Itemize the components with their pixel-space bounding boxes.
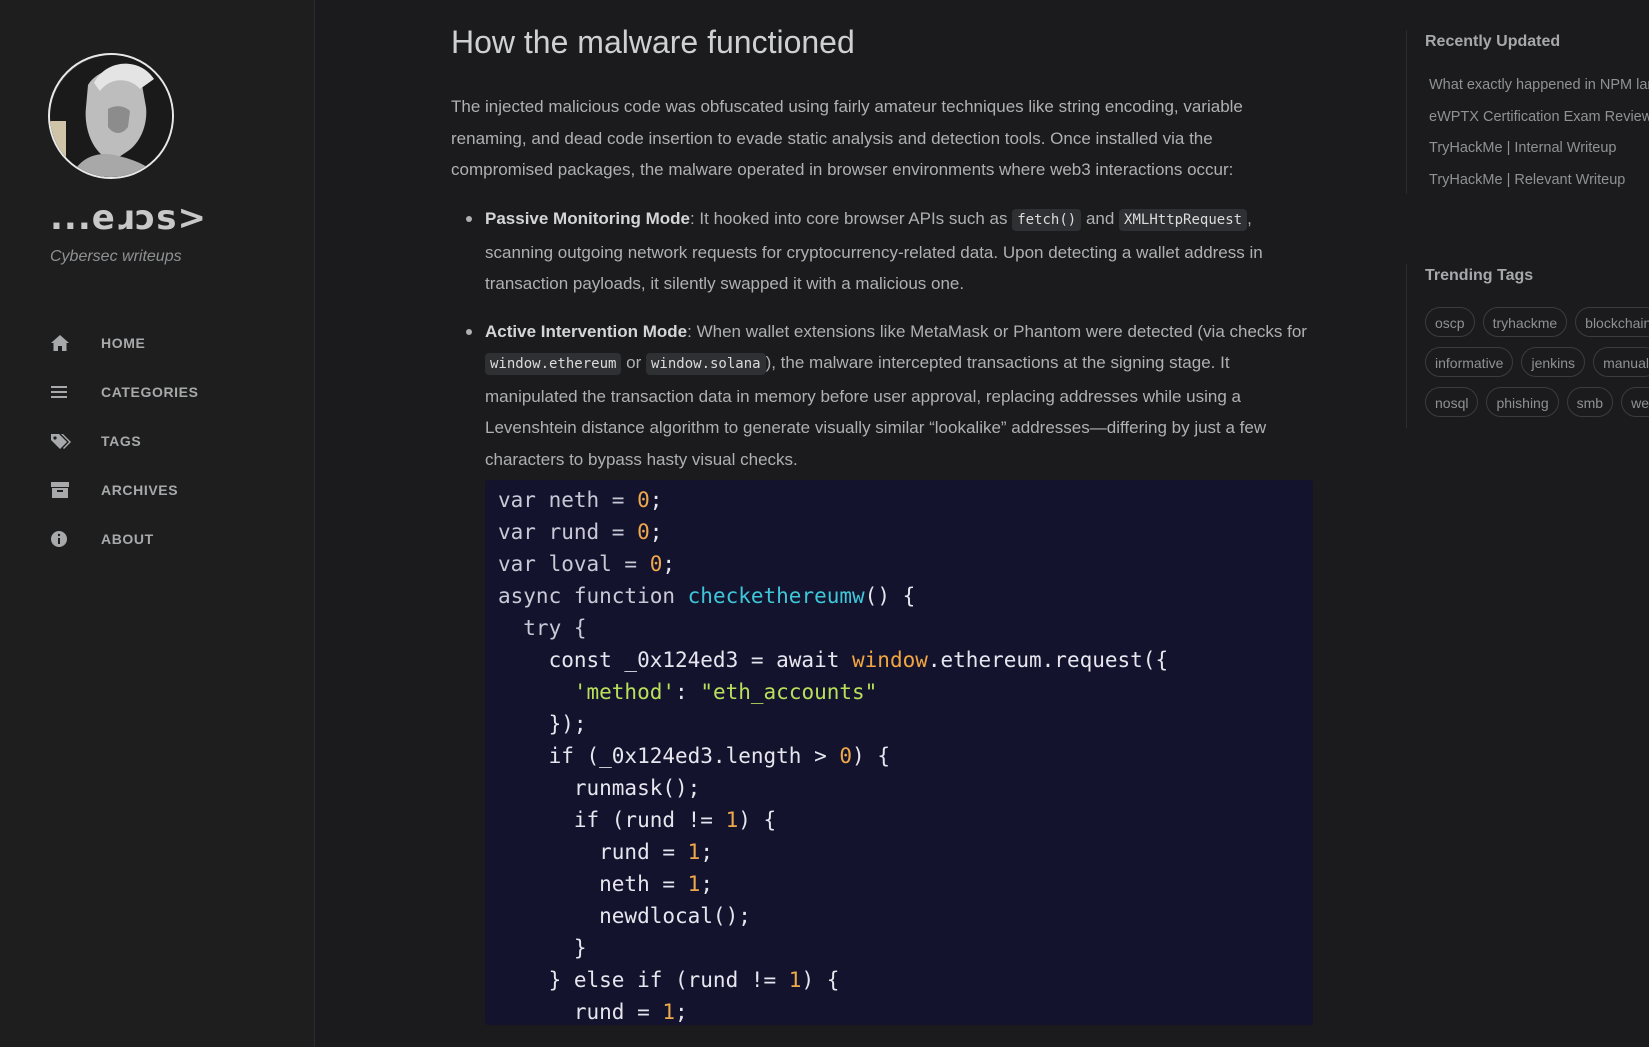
avatar-statue-icon bbox=[50, 55, 172, 177]
recent-link[interactable]: What exactly happened in NPM lar bbox=[1429, 70, 1649, 102]
tag-tryhackme[interactable]: tryhackme bbox=[1482, 307, 1568, 337]
intro-paragraph: The injected malicious code was obfuscat… bbox=[451, 97, 1243, 179]
nav-label-home: HOME bbox=[101, 334, 146, 351]
info-icon bbox=[50, 529, 80, 549]
bullet-text: : It hooked into core browser APIs such … bbox=[689, 209, 1013, 228]
avatar[interactable] bbox=[48, 53, 174, 179]
trending-tags: Trending Tags oscp tryhackme blockchain … bbox=[1406, 264, 1649, 428]
bullet-list: Passive Monitoring Mode: It hooked into … bbox=[451, 203, 1316, 491]
code-line: const _0x124ed3 = await window.ethereum.… bbox=[498, 648, 1169, 672]
recent-link[interactable]: TryHackMe | Internal Writeup bbox=[1429, 133, 1649, 165]
home-icon bbox=[50, 333, 80, 353]
recently-updated-title: Recently Updated bbox=[1425, 33, 1561, 50]
code-line: if (rund != 1) { bbox=[498, 808, 777, 832]
bullet-title: Passive Monitoring Mode bbox=[485, 209, 690, 228]
inline-code: fetch() bbox=[1012, 209, 1082, 231]
tag-cloud: oscp tryhackme blockchain informative je… bbox=[1425, 307, 1649, 427]
tag-nosql[interactable]: nosql bbox=[1425, 387, 1479, 417]
nav-item-home[interactable]: HOME bbox=[50, 318, 300, 367]
nav-item-categories[interactable]: CATEGORIES bbox=[50, 367, 300, 416]
sidebar-nav: HOME CATEGORIES TAGS ARCHIVES ABOUT bbox=[50, 318, 300, 563]
trending-tags-title: Trending Tags bbox=[1425, 267, 1534, 284]
tag-manual[interactable]: manual bbox=[1593, 347, 1649, 377]
site-subtitle: Cybersec writeups bbox=[50, 248, 182, 265]
recently-updated: Recently Updated What exactly happened i… bbox=[1406, 30, 1649, 194]
site-logo[interactable]: ...eɹɔs> bbox=[50, 198, 207, 238]
code-line: if (_0x124ed3.length > 0) { bbox=[498, 744, 890, 768]
code-line: var neth = 0; bbox=[498, 488, 663, 512]
archive-icon bbox=[50, 480, 80, 500]
code-line: } bbox=[498, 936, 587, 960]
code-line: newdlocal(); bbox=[498, 904, 751, 928]
list-item: Active Intervention Mode: When wallet ex… bbox=[451, 316, 1316, 476]
code-line: rund = 1; bbox=[498, 1000, 688, 1024]
code-line: 'method': "eth_accounts" bbox=[573, 680, 878, 704]
code-line: runmask(); bbox=[498, 776, 701, 800]
code-line: rund = 1; bbox=[498, 840, 713, 864]
list-item: Passive Monitoring Mode: It hooked into … bbox=[451, 203, 1316, 300]
recent-link[interactable]: eWPTX Certification Exam Review bbox=[1429, 102, 1649, 134]
code-line: async function checkethereumw() { bbox=[498, 584, 916, 608]
tag-blockchain[interactable]: blockchain bbox=[1575, 307, 1649, 337]
nav-label-categories: CATEGORIES bbox=[101, 383, 199, 400]
tag-smb[interactable]: smb bbox=[1566, 387, 1614, 417]
bullet-text: : When wallet extensions like MetaMask o… bbox=[687, 321, 1307, 341]
code-line: } else if (rund != 1) { bbox=[498, 968, 840, 992]
code-line: }); bbox=[498, 712, 587, 736]
recent-list: What exactly happened in NPM lar eWPTX C… bbox=[1429, 70, 1649, 196]
inline-code: XMLHttpRequest bbox=[1119, 209, 1248, 231]
nav-item-about[interactable]: ABOUT bbox=[50, 514, 300, 563]
post-heading: How the malware functioned bbox=[451, 24, 855, 60]
code-block[interactable]: var neth = 0; var rund = 0; var loval = … bbox=[485, 480, 1313, 1025]
right-panel: Recently Updated What exactly happened i… bbox=[1406, 0, 1649, 1047]
code-line: try { bbox=[498, 616, 587, 640]
bullet-title: Active Intervention Mode bbox=[485, 321, 688, 341]
nav-label-archives: ARCHIVES bbox=[101, 481, 179, 498]
code-line: var loval = 0; bbox=[498, 552, 676, 576]
sidebar: ...eɹɔs> Cybersec writeups HOME CATEGORI… bbox=[0, 0, 315, 1047]
nav-item-tags[interactable]: TAGS bbox=[50, 416, 300, 465]
code-line: var rund = 0; bbox=[498, 520, 663, 544]
code-line: neth = 1; bbox=[498, 872, 713, 896]
tag-phishing[interactable]: phishing bbox=[1486, 387, 1559, 417]
inline-code: window.solana bbox=[646, 353, 766, 375]
recent-link[interactable]: TryHackMe | Relevant Writeup bbox=[1429, 165, 1649, 197]
post-content: How the malware functioned The injected … bbox=[451, 0, 1316, 1047]
list-icon bbox=[50, 382, 80, 402]
nav-item-archives[interactable]: ARCHIVES bbox=[50, 465, 300, 514]
tag-oscp[interactable]: oscp bbox=[1425, 307, 1475, 337]
nav-label-about: ABOUT bbox=[101, 530, 154, 547]
tag-informative[interactable]: informative bbox=[1425, 347, 1514, 377]
inline-code: window.ethereum bbox=[485, 353, 622, 375]
bullet-text: or bbox=[621, 353, 646, 372]
nav-label-tags: TAGS bbox=[101, 432, 142, 449]
tag-jenkins[interactable]: jenkins bbox=[1521, 347, 1586, 377]
tags-icon bbox=[50, 431, 80, 451]
bullet-text: and bbox=[1081, 209, 1120, 228]
tag-web[interactable]: web bbox=[1621, 387, 1649, 417]
